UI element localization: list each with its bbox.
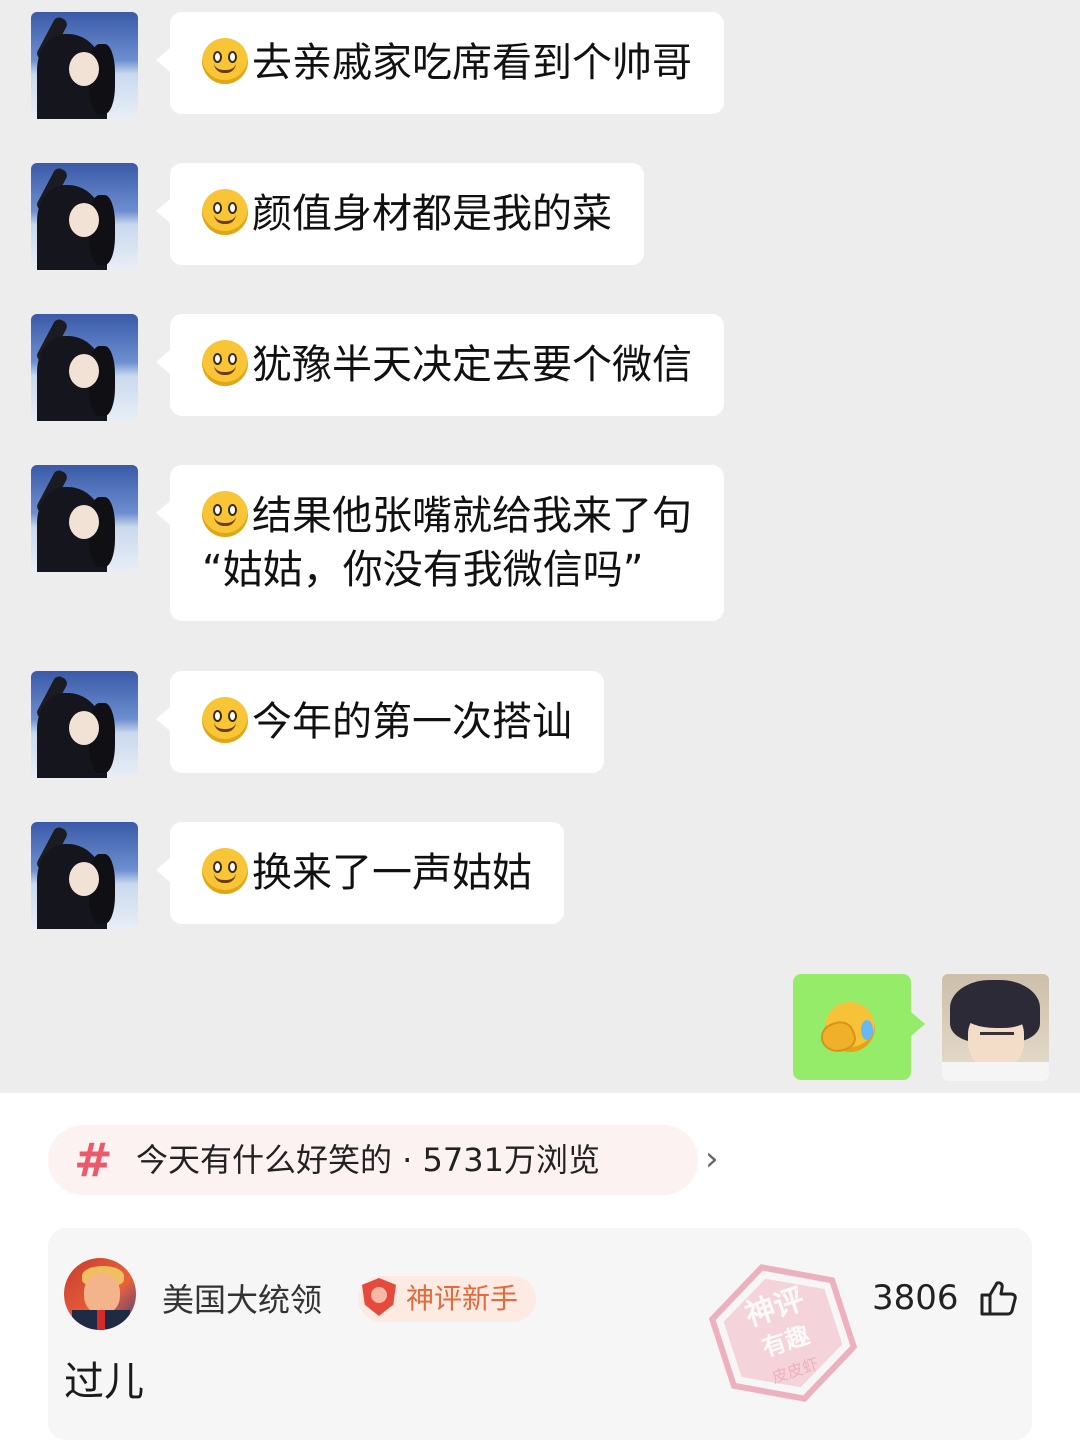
message-text: 结果他张嘴就给我来了句 “姑姑，你没有我微信吗” [202, 493, 692, 593]
sender-avatar[interactable] [31, 465, 138, 572]
smile-emoji-icon [202, 848, 248, 894]
sender-avatar[interactable] [31, 671, 138, 778]
smile-emoji-icon [202, 38, 248, 84]
smile-emoji-icon [202, 189, 248, 235]
message-text: 去亲戚家吃席看到个帅哥 [252, 40, 692, 86]
face-palm-crying-emoji-icon [816, 1002, 875, 1057]
sender-avatar[interactable] [31, 12, 138, 119]
message-bubble[interactable]: 换来了一声姑姑 [156, 822, 564, 924]
user-badge: 神评新手 [358, 1276, 536, 1322]
smile-emoji-icon [202, 491, 248, 537]
self-avatar[interactable] [942, 974, 1049, 1081]
chat-area: 去亲戚家吃席看到个帅哥 颜值身材都是我的菜 犹豫半天决定去要个微信 结果他张嘴就… [0, 0, 1080, 1093]
smile-emoji-icon [202, 340, 248, 386]
like-count: 3806 [872, 1278, 959, 1318]
badge-label: 神评新手 [406, 1282, 519, 1315]
topic-text: 今天有什么好笑的 · 5731万浏览 [136, 1141, 600, 1179]
message-text: 犹豫半天决定去要个微信 [252, 342, 692, 388]
hashtag-icon: # [74, 1133, 113, 1187]
sender-avatar[interactable] [31, 822, 138, 929]
message-bubble[interactable]: 颜值身材都是我的菜 [156, 163, 644, 265]
sender-avatar[interactable] [31, 163, 138, 270]
message-bubble[interactable]: 去亲戚家吃席看到个帅哥 [156, 12, 724, 114]
topic-tag[interactable]: # 今天有什么好笑的 · 5731万浏览 › [48, 1125, 719, 1195]
message-text: 换来了一声姑姑 [252, 850, 532, 896]
message-bubble[interactable]: 今年的第一次搭讪 [156, 671, 604, 773]
god-comment-stamp: 神评 有趣 皮皮虾 [708, 1264, 858, 1402]
message-text: 颜值身材都是我的菜 [252, 191, 612, 237]
chevron-right-icon: › [705, 1139, 719, 1179]
commenter-name[interactable]: 美国大统领 [162, 1280, 322, 1320]
message-bubble[interactable]: 犹豫半天决定去要个微信 [156, 314, 724, 416]
shield-icon [362, 1278, 396, 1316]
thumbs-up-icon[interactable] [978, 1278, 1018, 1318]
sender-avatar[interactable] [31, 314, 138, 421]
message-text: 今年的第一次搭讪 [252, 699, 572, 745]
smile-emoji-icon [202, 697, 248, 743]
message-bubble[interactable]: 结果他张嘴就给我来了句 “姑姑，你没有我微信吗” [156, 465, 724, 621]
comment-text: 过儿 [64, 1359, 144, 1405]
commenter-avatar[interactable] [64, 1258, 136, 1330]
sent-message-bubble[interactable] [793, 974, 925, 1080]
comment-card[interactable]: 美国大统领 神评新手 过儿 神评 有趣 皮皮虾 3806 [48, 1228, 1032, 1440]
